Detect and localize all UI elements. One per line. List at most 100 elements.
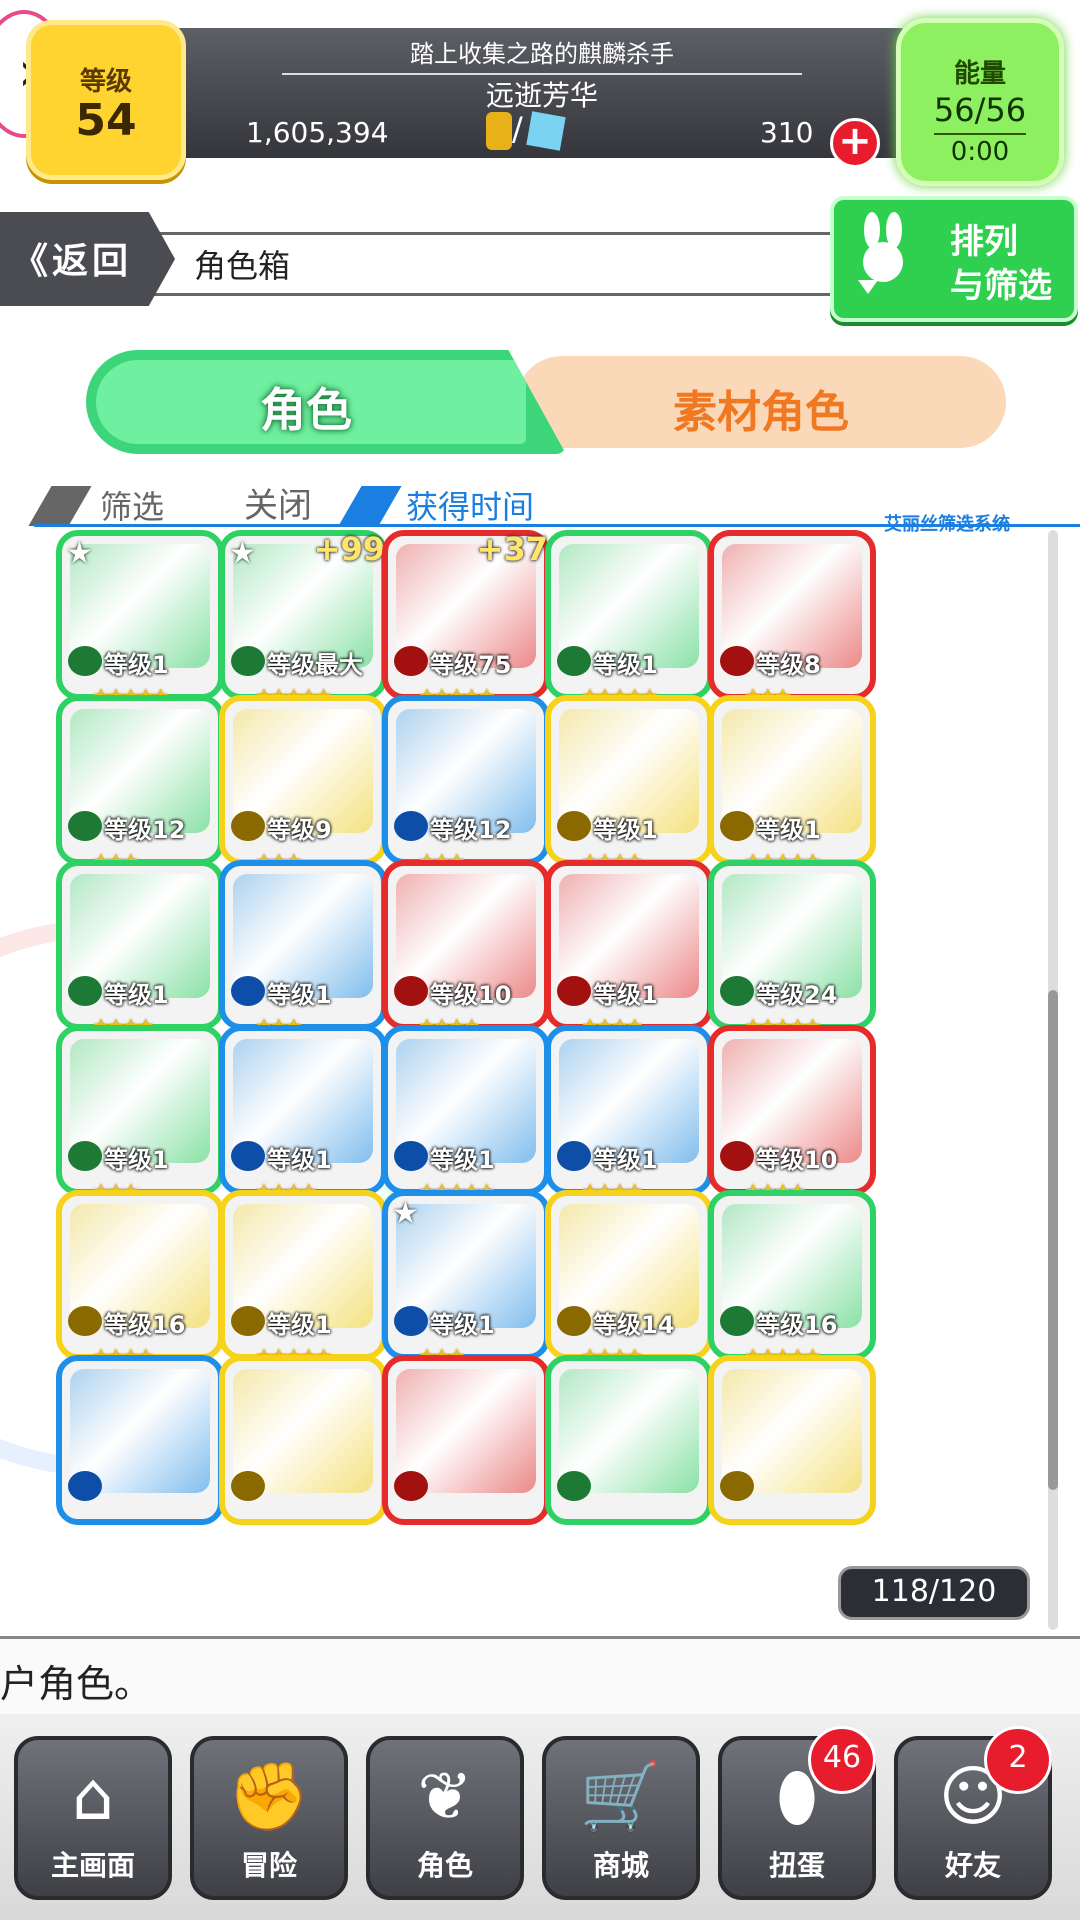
bunny-icon: ❦ [417, 1758, 473, 1835]
gem-icon [526, 111, 566, 151]
light-element-icon [557, 811, 591, 841]
water-element-icon [394, 1306, 428, 1336]
nav-handshake[interactable]: ✊ 冒险 [190, 1736, 348, 1900]
character-card[interactable]: 等级1 ★★★★ [545, 695, 713, 873]
tab-material-characters[interactable]: 素材角色 [516, 356, 1006, 448]
energy-timer: 0:00 [934, 133, 1026, 167]
currency-separator: / [512, 110, 523, 148]
player-level-badge: 等级 54 [26, 20, 186, 180]
character-card[interactable]: 等级1 ★★★ [56, 1025, 224, 1203]
favorite-star-icon: ★ [229, 536, 256, 571]
character-card[interactable]: 等级最大 ★★★★★ +99 ★ [219, 530, 387, 708]
sort-filter-button[interactable]: 排列 与筛选 [830, 196, 1078, 322]
character-card[interactable]: 等级1 ★★★★★ [219, 1190, 387, 1368]
character-card[interactable] [382, 1355, 550, 1525]
character-card[interactable]: 等级10 ★★★★ [382, 860, 550, 1038]
filter-status: 关闭 [244, 486, 312, 526]
character-card[interactable] [56, 1355, 224, 1525]
tab-characters[interactable]: 角色 [86, 350, 566, 454]
fire-element-icon [720, 1141, 754, 1171]
nav-label: 扭蛋 [768, 1849, 825, 1882]
fire-element-icon [394, 1471, 428, 1501]
sort-key-button[interactable]: 获得时间 [406, 482, 534, 528]
character-card[interactable]: 等级1 ★★★★ [56, 860, 224, 1038]
card-level: 等级16 [104, 1311, 186, 1339]
category-tabs: 素材角色 角色 [86, 350, 1006, 460]
level-label: 等级 [79, 67, 132, 97]
back-button[interactable]: 《返回 [0, 212, 175, 306]
water-element-icon [557, 1141, 591, 1171]
nav-bunny[interactable]: ❦ 角色 [366, 1736, 524, 1900]
character-card[interactable]: 等级1 ★★★★★ [382, 1025, 550, 1203]
card-level: 等级1 [104, 1146, 169, 1174]
nav-cart[interactable]: 🛒 商城 [542, 1736, 700, 1900]
card-level: 等级1 [267, 1311, 332, 1339]
light-element-icon [68, 1306, 102, 1336]
character-card[interactable]: 等级14 ★★★★ [545, 1190, 713, 1368]
water-element-icon [68, 1471, 102, 1501]
water-element-icon [231, 1141, 265, 1171]
character-card[interactable] [708, 1355, 876, 1525]
character-card[interactable]: 等级1 ★★★★★ ★ [56, 530, 224, 708]
message-text: 户角色。 [0, 1662, 153, 1706]
character-card[interactable]: 等级1 ★★★★ [545, 860, 713, 1038]
page-title-bar: 角色箱 [150, 232, 850, 296]
bunny-sort-icon [858, 212, 903, 294]
card-level: 等级14 [593, 1311, 675, 1339]
character-card[interactable] [545, 1355, 713, 1525]
card-level: 等级1 [430, 1146, 495, 1174]
scroll-thumb[interactable] [1048, 990, 1058, 1490]
favorite-star-icon: ★ [66, 536, 93, 571]
character-card[interactable]: 等级1 ★★★★ [545, 1025, 713, 1203]
light-element-icon [720, 1471, 754, 1501]
nav-label: 好友 [944, 1849, 1001, 1882]
nav-egg[interactable]: ⬮ 扭蛋 46 [718, 1726, 876, 1900]
character-card[interactable] [219, 1355, 387, 1525]
top-status-bar: › 等级 54 踏上收集之路的麒麟杀手 远逝芳华 1,605,394 / 310… [0, 0, 1080, 186]
wood-element-icon [557, 646, 591, 676]
tab-material-label: 素材角色 [673, 387, 849, 438]
character-card[interactable]: 等级12 ★★★ [56, 695, 224, 873]
character-card[interactable]: 等级16 ★★★★ [56, 1190, 224, 1368]
character-card[interactable]: 等级1 ★★★★ [219, 1025, 387, 1203]
energy-badge[interactable]: 能量 56/56 0:00 [896, 18, 1064, 186]
character-card[interactable]: 等级16 ★★★★★ [708, 1190, 876, 1368]
water-element-icon [231, 976, 265, 1006]
card-level: 等级12 [104, 816, 186, 844]
nav-home[interactable]: ⌂ 主画面 [14, 1736, 172, 1900]
fire-element-icon [394, 976, 428, 1006]
bottom-navigation: ⌂ 主画面 ✊ 冒险 ❦ 角色 🛒 商城 ⬮ 扭蛋 46 ☺ 好友 2 [0, 1714, 1080, 1920]
character-card[interactable]: 等级12 ★★★ [382, 695, 550, 873]
wood-element-icon [68, 811, 102, 841]
sort-label-2: 与筛选 [950, 266, 1052, 306]
favorite-star-icon: ★ [392, 1196, 419, 1231]
character-card[interactable]: 等级75 ★★★★★ +37 [382, 530, 550, 708]
wood-element-icon [720, 1306, 754, 1336]
light-element-icon [720, 811, 754, 841]
energy-label: 能量 [953, 59, 1006, 89]
filter-button[interactable]: 筛选 [100, 482, 164, 528]
character-card[interactable]: 等级1 ★★★★★ [545, 530, 713, 708]
filter-row: 筛选 关闭 获得时间 艾丽丝筛选系统 [28, 478, 1080, 535]
card-level: 等级75 [430, 651, 512, 679]
card-level: 等级1 [104, 651, 169, 679]
add-currency-button[interactable]: + [830, 118, 880, 168]
character-card[interactable]: 等级9 ★★★ [219, 695, 387, 873]
card-level: 等级1 [756, 816, 821, 844]
grid-scrollbar[interactable] [1048, 530, 1058, 1630]
character-grid: 等级1 ★★★★★ ★ 等级最大 ★★★★★ +99 ★ 等级75 ★★★★★ … [56, 530, 1026, 1634]
character-card[interactable]: 等级1 ★★★★★ [708, 695, 876, 873]
card-level: 等级1 [267, 981, 332, 1009]
character-card[interactable]: 等级8 ★★★ [708, 530, 876, 708]
character-card[interactable]: 等级24 ★★★★★ [708, 860, 876, 1038]
water-element-icon [394, 811, 428, 841]
gold-amount: 1,605,394 [246, 116, 389, 149]
nav-friends[interactable]: ☺ 好友 2 [894, 1726, 1052, 1900]
card-level: 等级最大 [267, 651, 363, 679]
character-card[interactable]: 等级1 ★★★ [219, 860, 387, 1038]
home-icon: ⌂ [72, 1758, 114, 1835]
stone-amount: 310 [760, 116, 814, 149]
character-card[interactable]: 等级10 ★★★★ [708, 1025, 876, 1203]
character-card[interactable]: 等级1 ★★★ ★ [382, 1190, 550, 1368]
nav-label: 主画面 [50, 1849, 135, 1882]
